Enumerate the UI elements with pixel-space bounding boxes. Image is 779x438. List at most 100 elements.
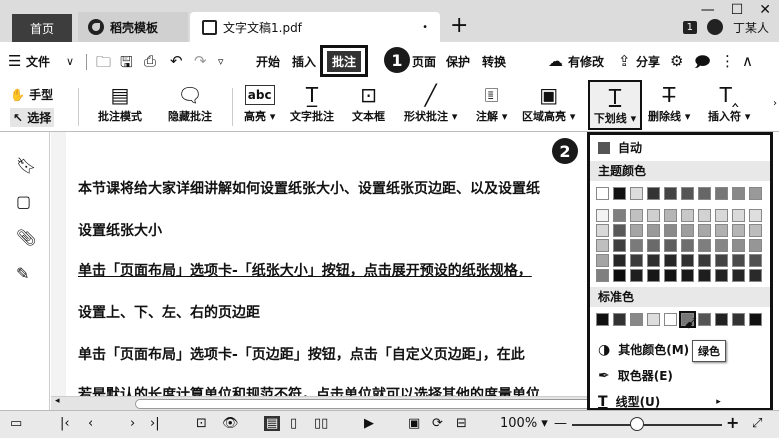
insert-caret-button[interactable]: T‸ 插入符 ▾: [708, 82, 750, 124]
theme-color-swatch[interactable]: [647, 187, 660, 200]
note-button[interactable]: 🗉 注解 ▾: [476, 82, 507, 124]
next-page-icon[interactable]: ›: [130, 416, 135, 431]
theme-shade-swatch[interactable]: [647, 269, 660, 282]
menu-insert[interactable]: 插入: [292, 53, 316, 70]
standard-color-swatch[interactable]: [647, 313, 660, 326]
theme-shade-swatch[interactable]: [715, 239, 728, 252]
standard-color-swatch[interactable]: [664, 313, 677, 326]
horizontal-scroll-thumb[interactable]: [135, 399, 595, 409]
new-tab-button[interactable]: +: [450, 10, 468, 40]
theme-shade-swatch[interactable]: [630, 254, 643, 267]
user-name[interactable]: 丁某人: [733, 19, 769, 36]
auto-color-option[interactable]: 自动: [598, 139, 642, 156]
horizontal-scrollbar[interactable]: ◂: [51, 396, 595, 410]
theme-shade-swatch[interactable]: [613, 224, 626, 237]
eye-protect-icon[interactable]: 👁︎: [222, 416, 239, 431]
save-icon[interactable]: 🖫: [120, 52, 133, 77]
book-view-icon[interactable]: ▯▯: [314, 416, 328, 431]
theme-shade-swatch[interactable]: [664, 239, 677, 252]
theme-shade-swatch[interactable]: [613, 209, 626, 222]
theme-shade-swatch[interactable]: [596, 254, 609, 267]
annotation-mode-button[interactable]: ▤ 批注模式: [98, 82, 142, 124]
theme-shade-swatch[interactable]: [681, 239, 694, 252]
bookmark-icon[interactable]: 🔖︎: [16, 156, 36, 175]
play-icon[interactable]: ▶: [364, 416, 374, 431]
print-icon[interactable]: ⎙: [144, 52, 156, 70]
collapse-ribbon-icon[interactable]: ∧: [742, 52, 753, 70]
line-style-option[interactable]: T 线型(U) ▸: [598, 393, 721, 410]
underline-button[interactable]: T 下划线 ▾: [588, 80, 642, 130]
theme-shade-swatch[interactable]: [630, 209, 643, 222]
tab-document[interactable]: 文字文稿1.pdf •: [190, 12, 440, 42]
zoom-out-button[interactable]: —: [554, 416, 567, 431]
theme-shade-swatch[interactable]: [613, 269, 626, 282]
theme-color-swatch[interactable]: [732, 187, 745, 200]
theme-shade-swatch[interactable]: [647, 224, 660, 237]
theme-shade-swatch[interactable]: [749, 224, 762, 237]
menu-protect[interactable]: 保护: [446, 53, 470, 70]
attachment-icon[interactable]: 📎︎: [16, 228, 36, 247]
avatar[interactable]: [706, 19, 723, 35]
menu-page[interactable]: 页面: [412, 53, 436, 70]
theme-shade-swatch[interactable]: [647, 254, 660, 267]
hamburger-icon[interactable]: ☰: [8, 52, 21, 70]
menu-convert[interactable]: 转换: [482, 53, 506, 70]
fullscreen-icon[interactable]: ▣: [408, 416, 420, 431]
zoom-slider[interactable]: [572, 424, 722, 426]
theme-shade-swatch[interactable]: [664, 209, 677, 222]
more-colors-option[interactable]: ◑ 其他颜色(M): [598, 341, 689, 358]
standard-color-swatch[interactable]: [732, 313, 745, 326]
theme-color-swatch[interactable]: [698, 187, 711, 200]
theme-shade-swatch[interactable]: [596, 269, 609, 282]
zoom-level[interactable]: 100% ▾: [500, 416, 548, 431]
tab-home[interactable]: 首页: [12, 14, 72, 42]
standard-color-swatch[interactable]: [715, 313, 728, 326]
theme-shade-swatch[interactable]: [698, 209, 711, 222]
theme-shade-swatch[interactable]: [596, 239, 609, 252]
theme-shade-swatch[interactable]: [613, 239, 626, 252]
theme-shade-swatch[interactable]: [715, 254, 728, 267]
theme-color-swatch[interactable]: [681, 187, 694, 200]
window-count-badge[interactable]: 1: [682, 20, 697, 34]
highlight-button[interactable]: abc 高亮 ▾: [244, 82, 275, 124]
theme-shade-swatch[interactable]: [630, 269, 643, 282]
open-folder-icon[interactable]: 🗀: [96, 52, 111, 77]
theme-shade-swatch[interactable]: [698, 224, 711, 237]
theme-shade-swatch[interactable]: [715, 224, 728, 237]
ribbon-scroll-right-icon[interactable]: ›: [773, 98, 777, 109]
continuous-view-icon[interactable]: ▯: [290, 416, 297, 431]
theme-shade-swatch[interactable]: [715, 269, 728, 282]
theme-shade-swatch[interactable]: [647, 209, 660, 222]
theme-shade-swatch[interactable]: [732, 239, 745, 252]
theme-shade-swatch[interactable]: [681, 269, 694, 282]
last-page-icon[interactable]: ›|: [150, 416, 160, 431]
standard-color-swatch[interactable]: [749, 313, 762, 326]
first-page-icon[interactable]: |‹: [60, 416, 70, 431]
theme-shade-swatch[interactable]: [732, 224, 745, 237]
theme-shade-swatch[interactable]: [596, 224, 609, 237]
dual-page-icon[interactable]: ⊟: [456, 416, 467, 431]
standard-color-swatch[interactable]: [596, 313, 609, 326]
theme-shade-swatch[interactable]: [613, 254, 626, 267]
single-page-view-icon[interactable]: ▤: [264, 416, 281, 431]
zoom-slider-thumb[interactable]: [630, 417, 644, 431]
theme-color-swatch[interactable]: [749, 187, 762, 200]
text-annotation-button[interactable]: T̲ 文字批注: [290, 82, 334, 124]
theme-shade-swatch[interactable]: [664, 254, 677, 267]
scroll-left-icon[interactable]: ◂: [55, 396, 60, 406]
menu-file[interactable]: 文件: [26, 53, 50, 70]
fit-page-icon[interactable]: ⊡: [196, 416, 207, 431]
theme-shade-swatch[interactable]: [596, 209, 609, 222]
theme-shade-swatch[interactable]: [749, 209, 762, 222]
theme-shade-swatch[interactable]: [681, 224, 694, 237]
standard-color-swatch[interactable]: [613, 313, 626, 326]
share-button[interactable]: 分享: [636, 53, 660, 70]
zoom-in-button[interactable]: +: [726, 413, 739, 432]
color-picker-option[interactable]: ✒ 取色器(E): [598, 367, 673, 384]
undo-icon[interactable]: ↶: [170, 52, 183, 70]
strikethrough-button[interactable]: T̶ 删除线 ▾: [648, 82, 690, 124]
redo-icon[interactable]: ↷: [194, 52, 207, 70]
theme-color-swatch[interactable]: [664, 187, 677, 200]
hide-annotations-button[interactable]: 🗨 隐藏批注: [168, 82, 212, 124]
theme-shade-swatch[interactable]: [732, 209, 745, 222]
